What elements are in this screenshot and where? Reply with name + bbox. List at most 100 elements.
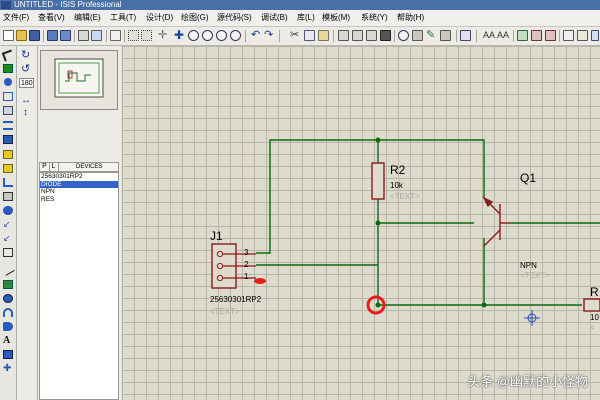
- component-mode-icon[interactable]: [3, 64, 13, 73]
- save-icon[interactable]: [29, 30, 40, 41]
- netlist-ares-icon[interactable]: [591, 30, 599, 41]
- wire-autorouter-icon[interactable]: [460, 30, 471, 41]
- path-draw-icon[interactable]: [3, 322, 13, 331]
- zoom-all-icon[interactable]: [216, 30, 227, 41]
- rotate-clockwise-icon[interactable]: ↻: [21, 50, 30, 61]
- marker-draw-icon[interactable]: ✚: [3, 364, 13, 374]
- make-device-icon[interactable]: [412, 30, 423, 41]
- grid-toggle-icon[interactable]: [128, 30, 139, 41]
- snap-grid-icon[interactable]: [141, 30, 152, 41]
- r2-value-label: 10k: [390, 181, 404, 190]
- terminals-icon[interactable]: [3, 150, 13, 159]
- line-draw-icon[interactable]: [1, 263, 15, 276]
- selection-mode-icon[interactable]: [1, 49, 15, 62]
- menu-design[interactable]: 设计(D): [146, 12, 173, 24]
- wire-top[interactable]: [256, 139, 485, 254]
- rotation-angle-field[interactable]: 180: [19, 78, 34, 88]
- virtual-instruments-icon[interactable]: [3, 248, 13, 257]
- junction-dot: [375, 137, 381, 143]
- voltage-probe-icon[interactable]: ↙: [3, 220, 13, 229]
- r2-ref-label: R2: [390, 163, 406, 177]
- menu-file[interactable]: 文件(F): [3, 12, 29, 24]
- graph-mode-icon[interactable]: [3, 178, 13, 187]
- menu-source[interactable]: 源代码(S): [217, 12, 252, 24]
- menu-debug[interactable]: 调试(B): [261, 12, 288, 24]
- cut-icon[interactable]: ✂: [290, 30, 301, 41]
- menu-tools[interactable]: 工具(T): [110, 12, 136, 24]
- generator-icon[interactable]: [3, 206, 13, 215]
- remove-sheet-icon[interactable]: [545, 30, 556, 41]
- rotate-anticlockwise-icon[interactable]: ↺: [21, 64, 30, 75]
- cursor-crosshair-icon: [524, 310, 540, 326]
- block-copy-icon[interactable]: [338, 30, 349, 41]
- mirror-vertical-icon[interactable]: ↕: [23, 108, 28, 118]
- box-draw-icon[interactable]: [3, 280, 13, 289]
- redo-icon[interactable]: ↷: [264, 30, 275, 41]
- device-item[interactable]: NPN: [40, 188, 118, 196]
- open-folder-icon[interactable]: [16, 30, 27, 41]
- device-pins-icon[interactable]: [3, 164, 13, 173]
- menu-system[interactable]: 系统(Y): [361, 12, 388, 24]
- current-probe-icon[interactable]: ↙: [3, 234, 13, 243]
- block-delete-icon[interactable]: [380, 30, 391, 41]
- zoom-out-icon[interactable]: [202, 30, 213, 41]
- bom-report-icon[interactable]: [563, 30, 574, 41]
- menu-edit[interactable]: 编辑(E): [74, 12, 101, 24]
- junction-dot: [481, 302, 487, 308]
- undo-icon[interactable]: ↶: [251, 30, 262, 41]
- device-item[interactable]: 25630301RP2: [40, 173, 118, 181]
- j1-connector[interactable]: [211, 243, 256, 289]
- circle-draw-icon[interactable]: [3, 294, 13, 303]
- menu-help[interactable]: 帮助(H): [397, 12, 424, 24]
- block-move-icon[interactable]: [352, 30, 363, 41]
- menu-template[interactable]: 模板(M): [322, 12, 350, 24]
- wire-label-icon[interactable]: [3, 92, 13, 101]
- library-manager-button[interactable]: L: [49, 163, 59, 171]
- erc-report-icon[interactable]: [577, 30, 588, 41]
- overview-preview[interactable]: [40, 50, 118, 110]
- menu-library[interactable]: 库(L): [297, 12, 315, 24]
- device-item-selected[interactable]: DIODE: [40, 180, 118, 188]
- design-explorer-icon[interactable]: [517, 30, 528, 41]
- rotation-panel: ↻ ↺ 180 ↔ ↕: [17, 46, 38, 400]
- j1-value-label: 25630301RP2: [210, 295, 262, 304]
- zoom-in-icon[interactable]: [188, 30, 199, 41]
- text-draw-icon[interactable]: A: [3, 336, 13, 346]
- block-rotate-icon[interactable]: [366, 30, 377, 41]
- pick-device-icon[interactable]: [398, 30, 409, 41]
- q1-transistor[interactable]: [482, 196, 510, 247]
- bus-mode-icon[interactable]: [3, 121, 13, 130]
- print-icon[interactable]: [78, 30, 89, 41]
- new-file-icon[interactable]: [3, 30, 14, 41]
- menu-graph[interactable]: 绘图(G): [181, 12, 209, 24]
- menu-view[interactable]: 查看(V): [38, 12, 65, 24]
- tape-recorder-icon[interactable]: [3, 192, 13, 201]
- r2-resistor[interactable]: [371, 162, 385, 200]
- property-assign-icon[interactable]: AA: [497, 30, 509, 41]
- origin-icon[interactable]: ✛: [158, 30, 169, 41]
- schematic-canvas[interactable]: J1 3 2 1 25630301RP2 <TEXT> R2 10k <TEXT…: [122, 46, 600, 400]
- junction-dot-icon[interactable]: [4, 78, 12, 86]
- partial-resistor-text-placeholder: <: [590, 323, 595, 332]
- arc-draw-icon[interactable]: [3, 308, 13, 317]
- copy-icon[interactable]: [304, 30, 315, 41]
- symbol-draw-icon[interactable]: [3, 350, 13, 359]
- subcircuit-icon[interactable]: [3, 135, 13, 144]
- print-area-icon[interactable]: [91, 30, 102, 41]
- search-tag-icon[interactable]: AA: [483, 30, 495, 41]
- zoom-area-icon[interactable]: [230, 30, 241, 41]
- export-icon[interactable]: [60, 30, 71, 41]
- partial-resistor[interactable]: [583, 298, 600, 312]
- new-sheet-icon[interactable]: [531, 30, 542, 41]
- refresh-icon[interactable]: [110, 30, 121, 41]
- device-item[interactable]: RES: [40, 196, 118, 204]
- window-title: UNTITLED - ISIS Professional: [14, 0, 122, 9]
- mode-toolbar: ↙ ↙ A ✚: [0, 46, 17, 400]
- packaging-tool-icon[interactable]: ✎: [426, 30, 437, 41]
- text-script-icon[interactable]: [3, 106, 13, 115]
- mirror-horizontal-icon[interactable]: ↔: [21, 96, 31, 106]
- paste-icon[interactable]: [318, 30, 329, 41]
- decompose-icon[interactable]: [440, 30, 451, 41]
- pan-icon[interactable]: ✚: [174, 29, 185, 41]
- import-icon[interactable]: [47, 30, 58, 41]
